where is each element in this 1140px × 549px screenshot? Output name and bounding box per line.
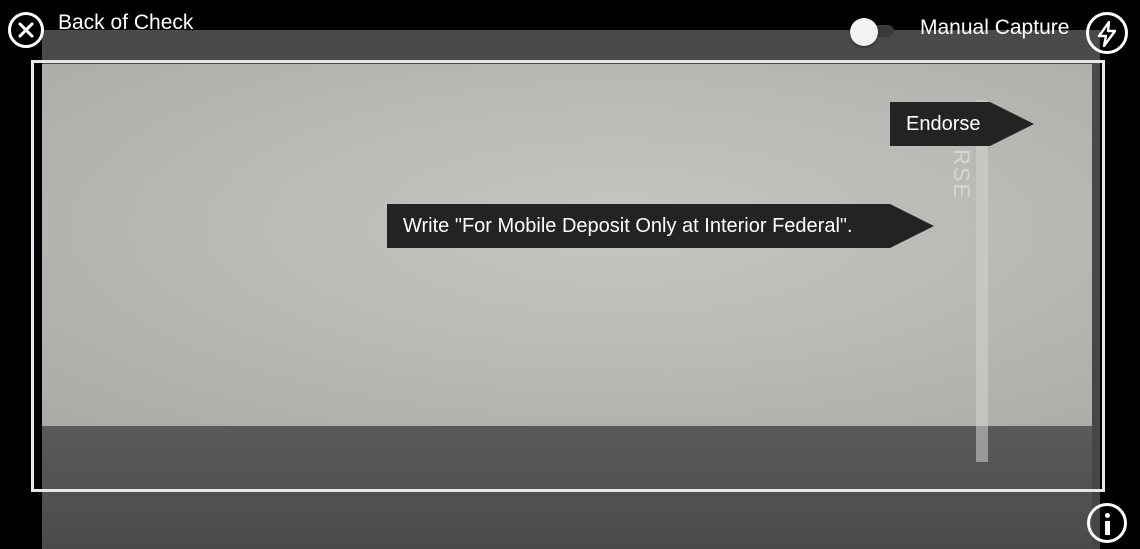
info-button[interactable]: [1087, 503, 1127, 543]
toggle-knob: [850, 18, 878, 46]
endorse-callout: Endorse: [890, 102, 1034, 146]
page-title: Back of Check: [58, 11, 194, 34]
flash-icon: [1097, 21, 1117, 47]
info-icon-dot: [1105, 513, 1110, 518]
instruction-callout: Write "For Mobile Deposit Only at Interi…: [387, 204, 934, 248]
flash-button[interactable]: [1086, 12, 1128, 54]
endorse-callout-text: Endorse: [890, 102, 990, 146]
manual-capture-toggle[interactable]: [850, 18, 896, 46]
info-icon-bar: [1105, 521, 1110, 535]
instruction-callout-arrow: [890, 204, 934, 248]
close-button[interactable]: [8, 12, 44, 48]
endorse-callout-arrow: [990, 102, 1034, 146]
instruction-callout-text: Write "For Mobile Deposit Only at Interi…: [387, 204, 890, 248]
check-capture-screen: ORSE Back of Check Manual Capture Endors…: [0, 0, 1140, 549]
manual-capture-label: Manual Capture: [920, 16, 1070, 39]
